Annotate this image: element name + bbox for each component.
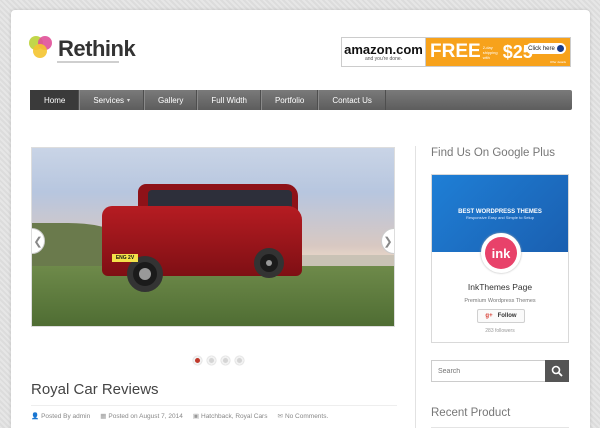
post-title[interactable]: Royal Car Reviews bbox=[31, 381, 159, 398]
avatar[interactable]: ink bbox=[481, 233, 521, 273]
slider-dot[interactable] bbox=[193, 356, 202, 365]
main-nav: Home Services ▾ Gallery Full Width Portfo… bbox=[30, 90, 572, 110]
nav-item-gallery[interactable]: Gallery bbox=[144, 90, 198, 110]
logo-tagline-bar bbox=[57, 61, 119, 63]
ad-offer-area: FREE 2-day shipping with $25 Click here … bbox=[426, 38, 570, 66]
followers-count: 283 followers bbox=[485, 328, 515, 334]
slider-pagination bbox=[193, 356, 244, 365]
chevron-right-icon: ❯ bbox=[383, 235, 393, 248]
search-icon bbox=[551, 365, 563, 377]
nav-label: Gallery bbox=[158, 95, 184, 105]
car-rear-wheel bbox=[254, 248, 284, 278]
folder-icon: ▣ bbox=[192, 413, 199, 420]
go-arrow-icon bbox=[556, 45, 564, 52]
ad-brand-area: amazon.com and you're done. bbox=[342, 38, 426, 66]
comment-icon: ✉ bbox=[277, 413, 283, 420]
nav-item-home[interactable]: Home bbox=[30, 90, 80, 110]
post-categories[interactable]: ▣ Hatchback, Royal Cars bbox=[193, 412, 268, 420]
gplus-widget: BEST WORDPRESS THEMES Responsive Easy an… bbox=[431, 174, 569, 343]
post-author[interactable]: 👤 Posted By admin bbox=[31, 412, 90, 420]
post-meta: 👤 Posted By admin ▦ Posted on August 7, 20… bbox=[31, 412, 328, 420]
caret-down-icon: ▾ bbox=[127, 97, 131, 104]
nav-item-portfolio[interactable]: Portfolio bbox=[260, 90, 319, 110]
slider-dot[interactable] bbox=[221, 356, 230, 365]
follow-label: Follow bbox=[497, 313, 517, 319]
nav-label: Contact Us bbox=[332, 95, 372, 105]
nav-label: Services bbox=[93, 95, 125, 105]
nav-label: Full Width bbox=[211, 95, 247, 105]
slider-dot[interactable] bbox=[235, 356, 244, 365]
search-form bbox=[431, 360, 569, 382]
google-plus-icon: g+ bbox=[485, 313, 493, 319]
post-date: ▦ Posted on August 7, 2014 bbox=[100, 412, 183, 420]
logo-text: Rethink bbox=[58, 36, 136, 61]
nav-label: Home bbox=[44, 95, 66, 105]
page-container: Rethink amazon.com and you're done. FREE… bbox=[11, 10, 590, 428]
gplus-page-desc: Premium Wordpress Themes bbox=[464, 298, 536, 304]
amazon-ad-banner[interactable]: amazon.com and you're done. FREE 2-day s… bbox=[341, 37, 571, 67]
recent-product-heading: Recent Product bbox=[431, 407, 511, 419]
nav-label: Portfolio bbox=[274, 95, 305, 105]
ad-click-button[interactable]: Click here bbox=[526, 43, 566, 54]
calendar-icon: ▦ bbox=[100, 413, 107, 420]
ad-small-text: 2-day shipping with bbox=[482, 44, 498, 60]
ink-avatar-text: ink bbox=[485, 237, 517, 269]
nav-item-full-width[interactable]: Full Width bbox=[197, 90, 261, 110]
search-input[interactable] bbox=[431, 360, 545, 382]
ad-fine-print: Offer details bbox=[549, 60, 566, 64]
site-logo[interactable]: Rethink bbox=[29, 36, 136, 63]
ad-free-text: FREE bbox=[430, 41, 481, 62]
search-button[interactable] bbox=[545, 360, 569, 382]
logo-circles-icon bbox=[29, 36, 55, 62]
gplus-heading: Find Us On Google Plus bbox=[431, 147, 556, 159]
sidebar-divider bbox=[415, 146, 416, 428]
cover-subtitle: Responsive Easy and Simple to Setup bbox=[465, 215, 535, 220]
image-slider[interactable]: ENG 2V ❮ ❯ bbox=[31, 147, 395, 327]
follow-button[interactable]: g+ Follow bbox=[477, 309, 525, 323]
ad-brand-sub: and you're done. bbox=[364, 55, 403, 62]
post-categories-text: Hatchback, Royal Cars bbox=[201, 413, 268, 420]
gplus-page-name[interactable]: InkThemes Page bbox=[432, 282, 568, 292]
ad-brand: amazon.com bbox=[344, 41, 423, 57]
post-date-text: Posted on August 7, 2014 bbox=[108, 413, 183, 420]
nav-item-contact[interactable]: Contact Us bbox=[318, 90, 386, 110]
post-author-text: Posted By admin bbox=[41, 413, 91, 420]
user-icon: 👤 bbox=[31, 413, 40, 420]
ad-click-label: Click here bbox=[528, 45, 555, 52]
license-plate: ENG 2V bbox=[112, 254, 138, 262]
chevron-left-icon: ❮ bbox=[33, 235, 43, 248]
slider-dot[interactable] bbox=[207, 356, 216, 365]
nav-item-services[interactable]: Services ▾ bbox=[79, 90, 145, 110]
post-comments[interactable]: ✉ No Comments. bbox=[277, 412, 328, 420]
post-comments-text: No Comments. bbox=[284, 413, 329, 420]
post-divider bbox=[31, 405, 397, 406]
